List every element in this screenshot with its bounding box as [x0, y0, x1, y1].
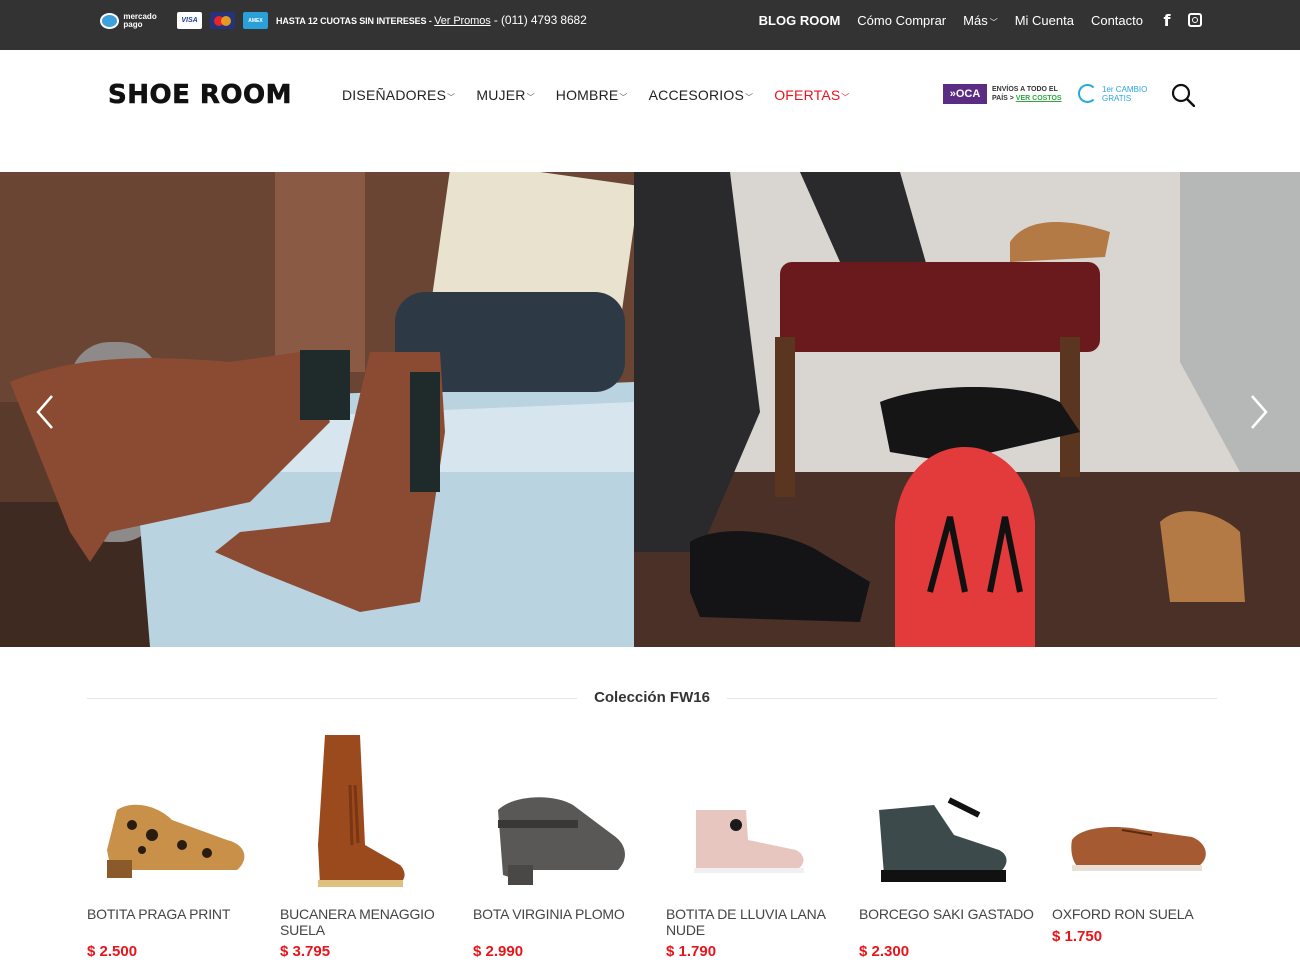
product-price: $ 1.750	[1052, 928, 1103, 945]
collection-title: Colección FW16	[594, 689, 710, 706]
nav-disenadores[interactable]: DISEÑADORES﹀	[342, 87, 455, 103]
collection-heading: Colección FW16	[87, 688, 1217, 708]
site-logo[interactable]: SHOE ROOM	[108, 80, 292, 111]
oca-logo: » OCA	[943, 84, 987, 104]
visa-card-icon: VISA	[177, 12, 202, 29]
chevron-down-icon: ﹀	[447, 93, 456, 102]
cambio-line-2: GRATIS	[1102, 93, 1132, 103]
instagram-icon[interactable]	[1188, 13, 1202, 27]
facebook-icon[interactable]: f	[1160, 11, 1174, 30]
oca-shipping-banner[interactable]: » OCA ENVÍOS A TODO EL PAÍS > VER COSTOS	[943, 84, 1062, 104]
product-price: $ 2.300	[859, 943, 910, 960]
top-nav-mas-label: Más	[963, 12, 988, 28]
product-name: BOTITA DE LLUVIA LANA NUDE	[666, 906, 825, 938]
product-name: BORCEGO SAKI GASTADO	[859, 906, 1034, 922]
product-image	[498, 797, 625, 885]
nav-accesorios-label: ACCESORIOS	[648, 87, 744, 103]
main-nav: DISEÑADORES﹀ MUJER﹀ HOMBRE﹀ ACCESORIOS﹀ …	[342, 87, 871, 103]
oca-logo-text: OCA	[955, 88, 981, 100]
top-nav-mas[interactable]: Más ﹀	[963, 13, 998, 28]
product-card[interactable]: BOTITA PRAGA PRINT $ 2.500	[87, 725, 267, 975]
hero-image	[0, 172, 1300, 647]
chevron-right-icon[interactable]	[1248, 392, 1272, 432]
product-card[interactable]: BUCANERA MENAGGIO SUELA $ 3.795	[280, 725, 460, 975]
product-name: BOTA VIRGINIA PLOMO	[473, 906, 625, 922]
product-name: OXFORD RON SUELA	[1052, 906, 1194, 922]
nav-hombre-label: HOMBRE	[555, 87, 619, 103]
product-card[interactable]: BORCEGO SAKI GASTADO $ 2.300	[859, 725, 1039, 975]
product-price: $ 2.500	[87, 943, 138, 960]
oca-line-1: ENVÍOS A TODO EL	[992, 86, 1058, 93]
phone-number: - (011) 4793 8682	[490, 13, 587, 27]
product-price: $ 1.790	[666, 943, 717, 960]
oca-line-2: PAÍS >	[992, 95, 1016, 102]
product-name: BUCANERA MENAGGIO SUELA	[280, 906, 435, 938]
product-image	[318, 735, 405, 887]
product-card[interactable]: BOTITA DE LLUVIA LANA NUDE $ 1.790	[666, 725, 846, 975]
mercadopago-logo: mercado pago	[100, 10, 170, 32]
nav-accesorios[interactable]: ACCESORIOS﹀	[649, 87, 754, 103]
top-nav-mi-cuenta[interactable]: Mi Cuenta	[1015, 13, 1074, 28]
product-image	[107, 804, 245, 878]
chevron-down-icon: ﹀	[744, 93, 754, 102]
chevron-left-icon[interactable]	[32, 392, 56, 432]
search-icon[interactable]	[1171, 83, 1195, 107]
free-exchange-banner[interactable]: 1er CAMBIO GRATIS	[1078, 84, 1147, 103]
free-exchange-text: 1er CAMBIO GRATIS	[1102, 85, 1147, 103]
amex-card-icon: AMEX	[243, 12, 268, 29]
product-grid: BOTITA PRAGA PRINT $ 2.500 BUCANERA MENA…	[0, 725, 1300, 975]
nav-mujer[interactable]: MUJER﹀	[476, 87, 534, 103]
top-nav-como-comprar[interactable]: Cómo Comprar	[857, 13, 946, 28]
nav-ofertas[interactable]: OFERTAS﹀	[774, 87, 849, 103]
mastercard-icon	[210, 12, 235, 29]
ver-promos-link[interactable]: Ver Promos	[434, 15, 491, 27]
ver-costos-link[interactable]: VER COSTOS	[1016, 95, 1062, 102]
top-bar: mercado pago VISA AMEX HASTA 12 CUOTAS S…	[0, 0, 1300, 50]
product-image	[1071, 827, 1206, 871]
product-card[interactable]: OXFORD RON SUELA $ 1.750	[1052, 725, 1232, 975]
nav-hombre[interactable]: HOMBRE﹀	[556, 87, 628, 103]
promo-bar-text: HASTA 12 CUOTAS SIN INTERESES - Ver Prom…	[276, 13, 587, 27]
product-price: $ 3.795	[280, 943, 331, 960]
hero-slider	[0, 172, 1300, 647]
cambio-line-1: 1er CAMBIO	[1102, 84, 1148, 94]
product-card[interactable]: BOTA VIRGINIA PLOMO $ 2.990	[473, 725, 653, 975]
chevron-down-icon: ﹀	[841, 93, 850, 102]
product-image	[879, 797, 1007, 882]
chevron-down-icon: ﹀	[619, 93, 628, 102]
mercadopago-label: mercado pago	[123, 12, 157, 29]
refresh-icon	[1078, 84, 1097, 103]
product-name: BOTITA PRAGA PRINT	[87, 906, 231, 922]
nav-ofertas-label: OFERTAS	[774, 87, 841, 103]
oca-shipping-text: ENVÍOS A TODO EL PAÍS > VER COSTOS	[992, 85, 1062, 103]
chevron-down-icon: ﹀	[989, 17, 998, 27]
chevron-down-icon: ﹀	[526, 93, 535, 102]
product-price: $ 2.990	[473, 943, 524, 960]
top-nav-blog-room[interactable]: BLOG ROOM	[759, 13, 841, 28]
nav-disenadores-label: DISEÑADORES	[342, 87, 447, 103]
top-nav-contacto[interactable]: Contacto	[1091, 13, 1143, 28]
site-header: SHOE ROOM DISEÑADORES﹀ MUJER﹀ HOMBRE﹀ AC…	[0, 50, 1300, 142]
mercadopago-icon	[100, 13, 120, 29]
promo-text: HASTA 12 CUOTAS SIN INTERESES -	[276, 16, 435, 26]
top-nav: BLOG ROOM Cómo Comprar Más ﹀ Mi Cuenta Co…	[759, 11, 1202, 30]
nav-mujer-label: MUJER	[476, 87, 526, 103]
product-image	[694, 810, 804, 873]
